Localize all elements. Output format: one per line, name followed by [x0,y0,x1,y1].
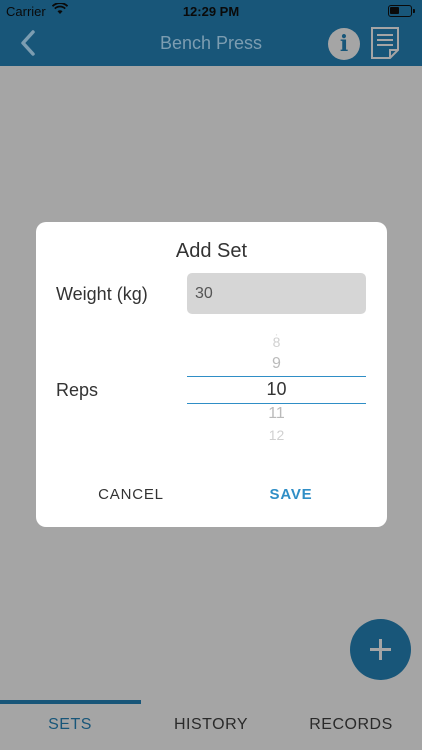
reps-picker[interactable]: · 8 9 10 11 12 [187,328,366,456]
reps-label: Reps [56,380,99,400]
info-button[interactable]: i [328,28,360,60]
reps-option[interactable]: 11 [187,405,366,423]
cancel-button[interactable]: CANCEL [76,486,186,503]
notes-icon [371,27,399,59]
reps-option[interactable]: 12 [187,427,366,443]
reps-option[interactable]: 9 [187,355,366,373]
active-tab-indicator [0,700,141,704]
notes-button[interactable] [370,26,400,60]
weight-label: Weight (kg) [56,284,148,304]
tab-records[interactable]: RECORDS [281,716,421,734]
app-header: Carrier 12:29 PM Bench Press i [0,0,422,66]
dialog-title: Add Set [175,240,248,262]
tab-bar: SETS HISTORY RECORDS [0,700,422,750]
tab-history[interactable]: HISTORY [141,716,281,734]
reps-option[interactable]: 8 [187,334,366,350]
status-bar: Carrier 12:29 PM [0,0,422,22]
add-set-fab[interactable] [350,619,411,680]
battery-icon [388,5,415,17]
status-time: 12:29 PM [182,4,240,19]
info-icon: i [339,31,349,57]
add-set-dialog: Add Set Weight (kg) Reps · 8 9 10 11 12 … [36,222,387,527]
weight-input[interactable] [187,273,366,314]
tab-sets[interactable]: SETS [0,716,140,734]
picker-top-line [187,376,366,377]
reps-selected[interactable]: 10 [187,379,366,400]
save-button[interactable]: SAVE [236,486,346,503]
picker-bottom-line [187,403,366,404]
